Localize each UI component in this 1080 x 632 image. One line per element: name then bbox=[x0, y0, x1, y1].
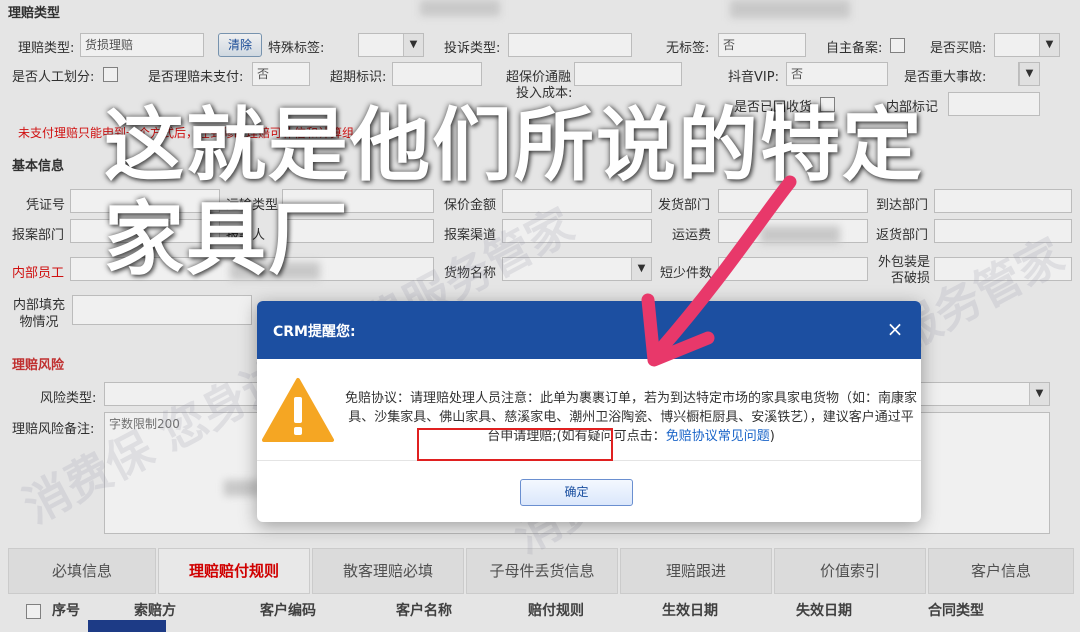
dialog-header: CRM提醒您: × bbox=[257, 301, 921, 359]
warning-icon bbox=[262, 377, 334, 447]
overlay-caption-line2: 家具厂 bbox=[104, 193, 350, 286]
close-icon[interactable]: × bbox=[883, 317, 907, 341]
annotation-arrow bbox=[641, 175, 797, 367]
confirm-button[interactable]: 确定 bbox=[520, 479, 633, 506]
faq-link[interactable]: 免赔协议常见问题 bbox=[666, 429, 770, 444]
dialog-title: CRM提醒您: bbox=[273, 324, 356, 340]
overlay-caption-line1: 这就是他们所说的特定 bbox=[104, 99, 924, 192]
highlight-box bbox=[417, 428, 613, 461]
crm-reminder-dialog: CRM提醒您: × 免赔协议：请理赔处理人员注意：此单为裹裹订单，若为到达特定市… bbox=[257, 301, 921, 522]
dialog-message-end: ) bbox=[769, 429, 775, 444]
